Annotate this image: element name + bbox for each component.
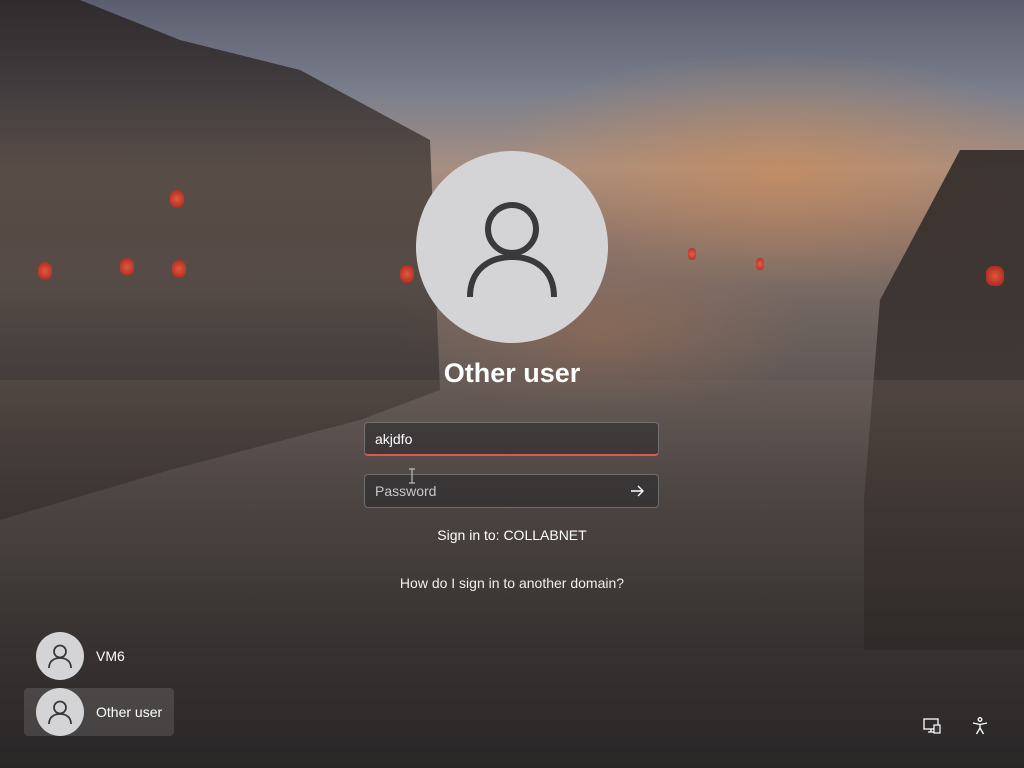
person-icon <box>48 700 72 725</box>
user-avatar <box>36 688 84 736</box>
network-button[interactable] <box>920 714 944 738</box>
user-list-item-other-user[interactable]: Other user <box>24 688 174 736</box>
lantern-decoration <box>756 258 764 270</box>
lantern-decoration <box>688 248 696 260</box>
other-domain-link[interactable]: How do I sign in to another domain? <box>0 575 1024 591</box>
text-cursor-icon <box>409 468 415 484</box>
accessibility-icon <box>972 717 988 735</box>
submit-arrow-button[interactable] <box>626 480 648 502</box>
network-icon <box>923 718 941 734</box>
lantern-decoration <box>38 262 52 280</box>
sign-in-domain-label: Sign in to: COLLABNET <box>437 527 587 543</box>
lantern-decoration <box>986 266 1004 286</box>
arrow-right-icon <box>631 485 644 497</box>
password-placeholder: Password <box>375 483 437 499</box>
person-icon <box>48 644 72 669</box>
user-name: VM6 <box>96 648 125 664</box>
user-list-item-vm6[interactable]: VM6 <box>24 632 174 680</box>
user-avatar <box>416 151 608 343</box>
person-icon <box>467 202 557 298</box>
username-input[interactable]: akjdfo <box>364 422 659 456</box>
user-avatar <box>36 632 84 680</box>
lantern-decoration <box>400 265 414 283</box>
accessibility-button[interactable] <box>968 714 992 738</box>
login-display-name: Other user <box>443 358 581 388</box>
user-name: Other user <box>96 704 163 720</box>
lantern-decoration <box>172 260 186 278</box>
lantern-decoration <box>120 258 134 276</box>
username-value: akjdfo <box>375 430 413 447</box>
lantern-decoration <box>170 190 184 208</box>
